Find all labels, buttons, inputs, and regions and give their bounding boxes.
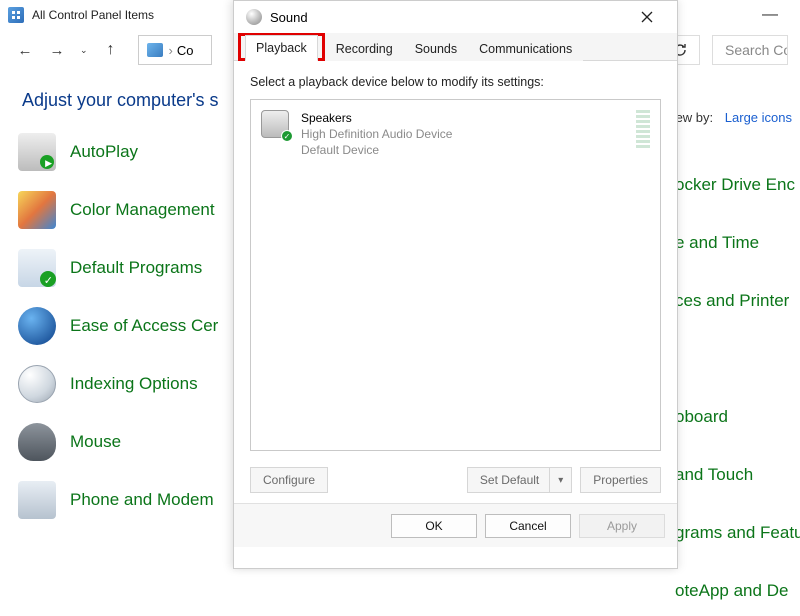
chevron-right-icon: › bbox=[169, 43, 173, 58]
set-default-label: Set Default bbox=[480, 473, 539, 487]
cp-item-programs-features[interactable]: grams and Featu bbox=[675, 508, 800, 558]
sound-icon bbox=[246, 9, 262, 25]
chevron-down-icon[interactable]: ▾ bbox=[549, 468, 571, 492]
cp-item-label: Ease of Access Cer bbox=[70, 316, 218, 336]
viewby-dropdown[interactable]: Large icons bbox=[725, 110, 792, 125]
close-button[interactable] bbox=[629, 1, 665, 33]
instruction-text: Select a playback device below to modify… bbox=[250, 75, 661, 89]
cancel-button[interactable]: Cancel bbox=[485, 514, 571, 538]
address-icon bbox=[147, 43, 163, 57]
nav-forward-button[interactable]: → bbox=[44, 37, 70, 63]
device-driver: High Definition Audio Device bbox=[301, 126, 452, 142]
nav-history-button[interactable]: ⌄ bbox=[76, 45, 92, 56]
sound-dialog: Sound Playback Recording Sounds Communic… bbox=[233, 0, 678, 569]
color-icon bbox=[18, 191, 56, 229]
sound-body: Select a playback device below to modify… bbox=[234, 61, 677, 455]
cp-item-label: Default Programs bbox=[70, 258, 202, 278]
viewby-label: ew by: bbox=[676, 110, 714, 125]
tab-sounds[interactable]: Sounds bbox=[404, 36, 468, 61]
cp-item-label: and Touch bbox=[675, 465, 753, 485]
device-status: Default Device bbox=[301, 142, 452, 158]
cp-item-label: Indexing Options bbox=[70, 374, 198, 394]
indexing-icon bbox=[18, 365, 56, 403]
viewby: ew by: Large icons bbox=[676, 110, 792, 125]
cp-item-label: ocker Drive Enc bbox=[675, 175, 795, 195]
highlight-playback-tab: Playback bbox=[238, 33, 325, 61]
cp-item-devices-printers[interactable]: ces and Printer bbox=[675, 276, 800, 326]
cp-item-date-time[interactable]: e and Time bbox=[675, 218, 800, 268]
window-title: All Control Panel Items bbox=[32, 8, 154, 22]
tab-recording[interactable]: Recording bbox=[325, 36, 404, 61]
mouse-icon bbox=[18, 423, 56, 461]
cp-item-label: Mouse bbox=[70, 432, 121, 452]
cp-item-pen-touch[interactable]: and Touch bbox=[675, 450, 800, 500]
search-input[interactable]: Search Co bbox=[712, 35, 788, 65]
device-speakers[interactable]: Speakers High Definition Audio Device De… bbox=[259, 108, 652, 161]
nav-back-button[interactable]: ← bbox=[12, 37, 38, 63]
level-meter bbox=[636, 110, 650, 148]
cp-item-label: AutoPlay bbox=[70, 142, 138, 162]
apply-button[interactable]: Apply bbox=[579, 514, 665, 538]
ok-button[interactable]: OK bbox=[391, 514, 477, 538]
nav-up-button[interactable]: ↑ bbox=[98, 37, 124, 63]
close-icon bbox=[641, 11, 653, 23]
autoplay-icon bbox=[18, 133, 56, 171]
cp-item-label: Phone and Modem bbox=[70, 490, 214, 510]
breadcrumb: Co bbox=[177, 43, 194, 58]
minimize-button[interactable]: — bbox=[748, 6, 792, 24]
cp-item-label: oboard bbox=[675, 407, 728, 427]
sound-titlebar: Sound bbox=[234, 1, 677, 33]
device-info: Speakers High Definition Audio Device De… bbox=[301, 110, 452, 159]
cp-items-right: ocker Drive Enc e and Time ces and Print… bbox=[675, 160, 800, 616]
tab-communications[interactable]: Communications bbox=[468, 36, 583, 61]
address-bar[interactable]: › Co bbox=[138, 35, 212, 65]
cp-item-label: ces and Printer bbox=[675, 291, 789, 311]
configure-button[interactable]: Configure bbox=[250, 467, 328, 493]
cp-item-keyboard[interactable]: oboard bbox=[675, 392, 800, 442]
cp-item-remoteapp[interactable]: oteApp and De bbox=[675, 566, 800, 616]
control-panel-icon bbox=[8, 7, 24, 23]
tab-playback[interactable]: Playback bbox=[245, 35, 318, 61]
properties-button[interactable]: Properties bbox=[580, 467, 661, 493]
cp-item-label: grams and Featu bbox=[675, 523, 800, 543]
device-buttons-row: Configure Set Default ▾ Properties bbox=[234, 455, 677, 503]
dialog-footer: OK Cancel Apply bbox=[234, 503, 677, 547]
device-name: Speakers bbox=[301, 110, 452, 126]
cp-item-label: Color Management bbox=[70, 200, 215, 220]
cp-item-label: e and Time bbox=[675, 233, 759, 253]
ease-of-access-icon bbox=[18, 307, 56, 345]
search-placeholder: Search Co bbox=[725, 42, 788, 58]
cp-item-bitlocker[interactable]: ocker Drive Enc bbox=[675, 160, 800, 210]
cp-item-blank[interactable] bbox=[675, 334, 800, 384]
sound-title: Sound bbox=[270, 10, 308, 25]
cp-item-label: oteApp and De bbox=[675, 581, 788, 601]
device-list[interactable]: Speakers High Definition Audio Device De… bbox=[250, 99, 661, 451]
sound-tabs: Playback Recording Sounds Communications bbox=[234, 33, 677, 61]
default-programs-icon bbox=[18, 249, 56, 287]
set-default-button[interactable]: Set Default ▾ bbox=[467, 467, 572, 493]
phone-icon bbox=[18, 481, 56, 519]
speakers-icon bbox=[261, 110, 291, 140]
